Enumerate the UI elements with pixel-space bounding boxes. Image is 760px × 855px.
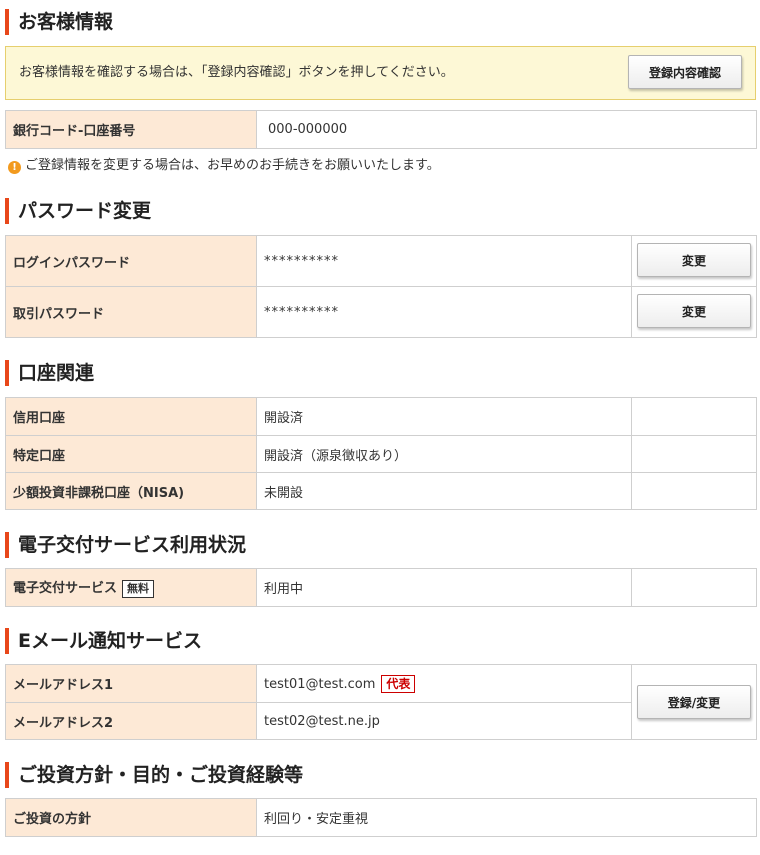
trade-password-action-cell: 変更	[631, 286, 757, 338]
email1-label: メールアドレス1	[5, 664, 257, 703]
table-row: 銀行コード-口座番号 000-000000	[5, 110, 757, 149]
primary-badge: 代表	[381, 674, 416, 693]
login-password-action-cell: 変更	[631, 235, 757, 287]
margin-account-label: 信用口座	[5, 397, 257, 436]
section-title-edelivery: 電子交付サービス利用状況	[5, 532, 246, 558]
section-title-customer: お客様情報	[5, 9, 113, 35]
empty-cell	[631, 435, 757, 473]
section-title-account: 口座関連	[5, 360, 94, 386]
free-badge: 無料	[122, 580, 155, 598]
change-warning: ! ご登録情報を変更する場合は、お早めのお手続きをお願いいたします。	[8, 157, 440, 175]
specific-account-label: 特定口座	[5, 435, 257, 473]
nisa-account-value: 未開設	[256, 472, 632, 510]
table-row: 取引パスワード ********** 変更	[5, 286, 757, 338]
section-title-email: Eメール通知サービス	[5, 628, 202, 654]
edelivery-label-cell: 電子交付サービス 無料	[5, 568, 257, 607]
confirm-notice: お客様情報を確認する場合は、「登録内容確認」ボタンを押してください。 登録内容確…	[5, 46, 756, 100]
empty-cell	[631, 472, 757, 510]
table-row: 少額投資非課税口座（NISA) 未開設	[5, 472, 757, 510]
nisa-account-label: 少額投資非課税口座（NISA)	[5, 472, 257, 510]
table-row: ログインパスワード ********** 変更	[5, 235, 757, 287]
table-row: 電子交付サービス 無料 利用中	[5, 568, 757, 607]
password-table: ログインパスワード ********** 変更 取引パスワード ********…	[5, 235, 757, 338]
email2-label: メールアドレス2	[5, 702, 257, 740]
trade-password-value: **********	[256, 286, 632, 338]
empty-cell	[631, 397, 757, 436]
register-change-email-button[interactable]: 登録/変更	[637, 685, 751, 719]
table-row: メールアドレス1 test01@test.com 代表 登録/変更	[5, 664, 757, 740]
bank-code-label: 銀行コード-口座番号	[5, 110, 257, 149]
email-action-cell: 登録/変更	[631, 664, 757, 740]
login-password-label: ログインパスワード	[5, 235, 257, 287]
exclamation-icon: !	[8, 161, 21, 174]
investment-table: ご投資の方針 利回り・安定重視	[5, 798, 757, 837]
section-title-password: パスワード変更	[5, 198, 151, 224]
margin-account-value: 開設済	[256, 397, 632, 436]
warning-text: ご登録情報を変更する場合は、お早めのお手続きをお願いいたします。	[25, 158, 440, 173]
notice-text: お客様情報を確認する場合は、「登録内容確認」ボタンを押してください。	[19, 65, 454, 80]
bank-account-table: 銀行コード-口座番号 000-000000	[5, 110, 757, 149]
change-login-password-button[interactable]: 変更	[637, 243, 751, 277]
investment-policy-label: ご投資の方針	[5, 798, 257, 837]
section-title-investment: ご投資方針・目的・ご投資経験等	[5, 762, 303, 788]
login-password-value: **********	[256, 235, 632, 287]
specific-account-value: 開設済（源泉徴収あり）	[256, 435, 632, 473]
table-row: 特定口座 開設済（源泉徴収あり）	[5, 435, 757, 473]
email1-value-cell: test01@test.com 代表	[256, 664, 632, 703]
edelivery-label: 電子交付サービス	[13, 581, 118, 596]
trade-password-label: 取引パスワード	[5, 286, 257, 338]
bank-code-value: 000-000000	[256, 110, 757, 149]
email-table: メールアドレス1 test01@test.com 代表 登録/変更 メールアドレス…	[5, 664, 757, 740]
edelivery-value: 利用中	[256, 568, 632, 607]
empty-cell	[631, 568, 757, 607]
email2-value: test02@test.ne.jp	[256, 702, 632, 740]
table-row: 信用口座 開設済	[5, 397, 757, 436]
confirm-registration-button[interactable]: 登録内容確認	[628, 55, 742, 89]
change-trade-password-button[interactable]: 変更	[637, 294, 751, 328]
table-row: ご投資の方針 利回り・安定重視	[5, 798, 757, 837]
edelivery-table: 電子交付サービス 無料 利用中	[5, 568, 757, 607]
investment-policy-value: 利回り・安定重視	[256, 798, 757, 837]
email1-value: test01@test.com	[264, 676, 376, 692]
account-table: 信用口座 開設済 特定口座 開設済（源泉徴収あり） 少額投資非課税口座（NISA…	[5, 397, 757, 510]
